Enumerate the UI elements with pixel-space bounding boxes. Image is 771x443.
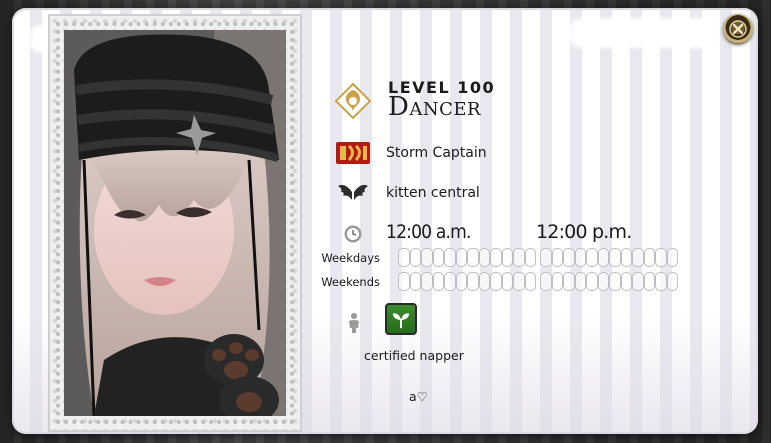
timeslot bbox=[421, 272, 433, 291]
timeslot bbox=[524, 248, 536, 267]
timeslot bbox=[444, 272, 456, 291]
timeslot bbox=[478, 248, 490, 267]
timeslot bbox=[409, 248, 421, 267]
timeslot bbox=[643, 272, 655, 291]
schedule-end-time: 12:00 p.m. bbox=[536, 221, 632, 243]
timeslot bbox=[586, 248, 598, 267]
timeslot bbox=[398, 248, 410, 267]
slot-group-am bbox=[398, 248, 536, 267]
timeslot bbox=[609, 272, 621, 291]
timeslot bbox=[444, 248, 456, 267]
timeslot bbox=[432, 248, 444, 267]
timeslot bbox=[409, 272, 421, 291]
timeslot bbox=[574, 272, 586, 291]
timeslot bbox=[609, 248, 621, 267]
timeslot bbox=[524, 272, 536, 291]
timeslot bbox=[455, 248, 467, 267]
timeslot bbox=[490, 272, 502, 291]
timeslot bbox=[501, 272, 513, 291]
timeslot bbox=[574, 248, 586, 267]
timeslot bbox=[597, 272, 609, 291]
weekends-label: Weekends bbox=[321, 275, 380, 289]
timeslot bbox=[513, 248, 525, 267]
timeslot bbox=[540, 248, 552, 267]
weekdays-timeslots bbox=[398, 248, 682, 267]
adventurer-plate: LEVEL 100 Dancer Storm Captain kitten ce… bbox=[12, 8, 758, 434]
timeslot bbox=[467, 272, 479, 291]
sprout-glyph bbox=[392, 313, 410, 329]
timeslot bbox=[620, 272, 632, 291]
timeslot bbox=[551, 248, 563, 267]
job-name: Dancer bbox=[388, 92, 482, 122]
maelstrom-emblem-icon bbox=[336, 142, 370, 164]
bio-line-1: certified napper bbox=[364, 348, 464, 363]
timeslot bbox=[501, 248, 513, 267]
timeslot bbox=[666, 272, 678, 291]
timeslot bbox=[551, 272, 563, 291]
slot-group-pm bbox=[540, 272, 678, 291]
timeslot bbox=[490, 248, 502, 267]
timeslot bbox=[432, 272, 444, 291]
slot-group-pm bbox=[540, 248, 678, 267]
clock-icon bbox=[344, 225, 362, 243]
timeslot bbox=[666, 248, 678, 267]
free-company-name: kitten central bbox=[386, 185, 480, 201]
weekdays-label: Weekdays bbox=[321, 251, 380, 265]
dancer-job-icon bbox=[334, 82, 372, 120]
character-portrait bbox=[64, 30, 286, 416]
timeslot bbox=[632, 272, 644, 291]
close-button[interactable] bbox=[723, 14, 753, 44]
timeslot bbox=[513, 272, 525, 291]
timeslot bbox=[421, 248, 433, 267]
slot-group-am bbox=[398, 272, 536, 291]
timeslot bbox=[655, 272, 667, 291]
person-icon bbox=[349, 313, 359, 333]
timeslot bbox=[655, 248, 667, 267]
schedule-start-time: 12:00 a.m. bbox=[386, 221, 471, 243]
timeslot bbox=[455, 272, 467, 291]
sprout-icon[interactable] bbox=[385, 303, 417, 335]
timeslot bbox=[398, 272, 410, 291]
timeslot bbox=[563, 248, 575, 267]
timeslot bbox=[478, 272, 490, 291]
weekends-timeslots bbox=[398, 272, 682, 291]
bio-line-2: a♡ bbox=[409, 389, 428, 404]
timeslot bbox=[563, 272, 575, 291]
grand-company-rank: Storm Captain bbox=[386, 145, 487, 161]
close-icon bbox=[729, 20, 747, 38]
name-banner-right bbox=[569, 18, 717, 48]
timeslot bbox=[620, 248, 632, 267]
timeslot bbox=[643, 248, 655, 267]
timeslot bbox=[467, 248, 479, 267]
timeslot bbox=[586, 272, 598, 291]
timeslot bbox=[597, 248, 609, 267]
timeslot bbox=[632, 248, 644, 267]
timeslot bbox=[540, 272, 552, 291]
wings-crest-icon bbox=[338, 184, 368, 200]
